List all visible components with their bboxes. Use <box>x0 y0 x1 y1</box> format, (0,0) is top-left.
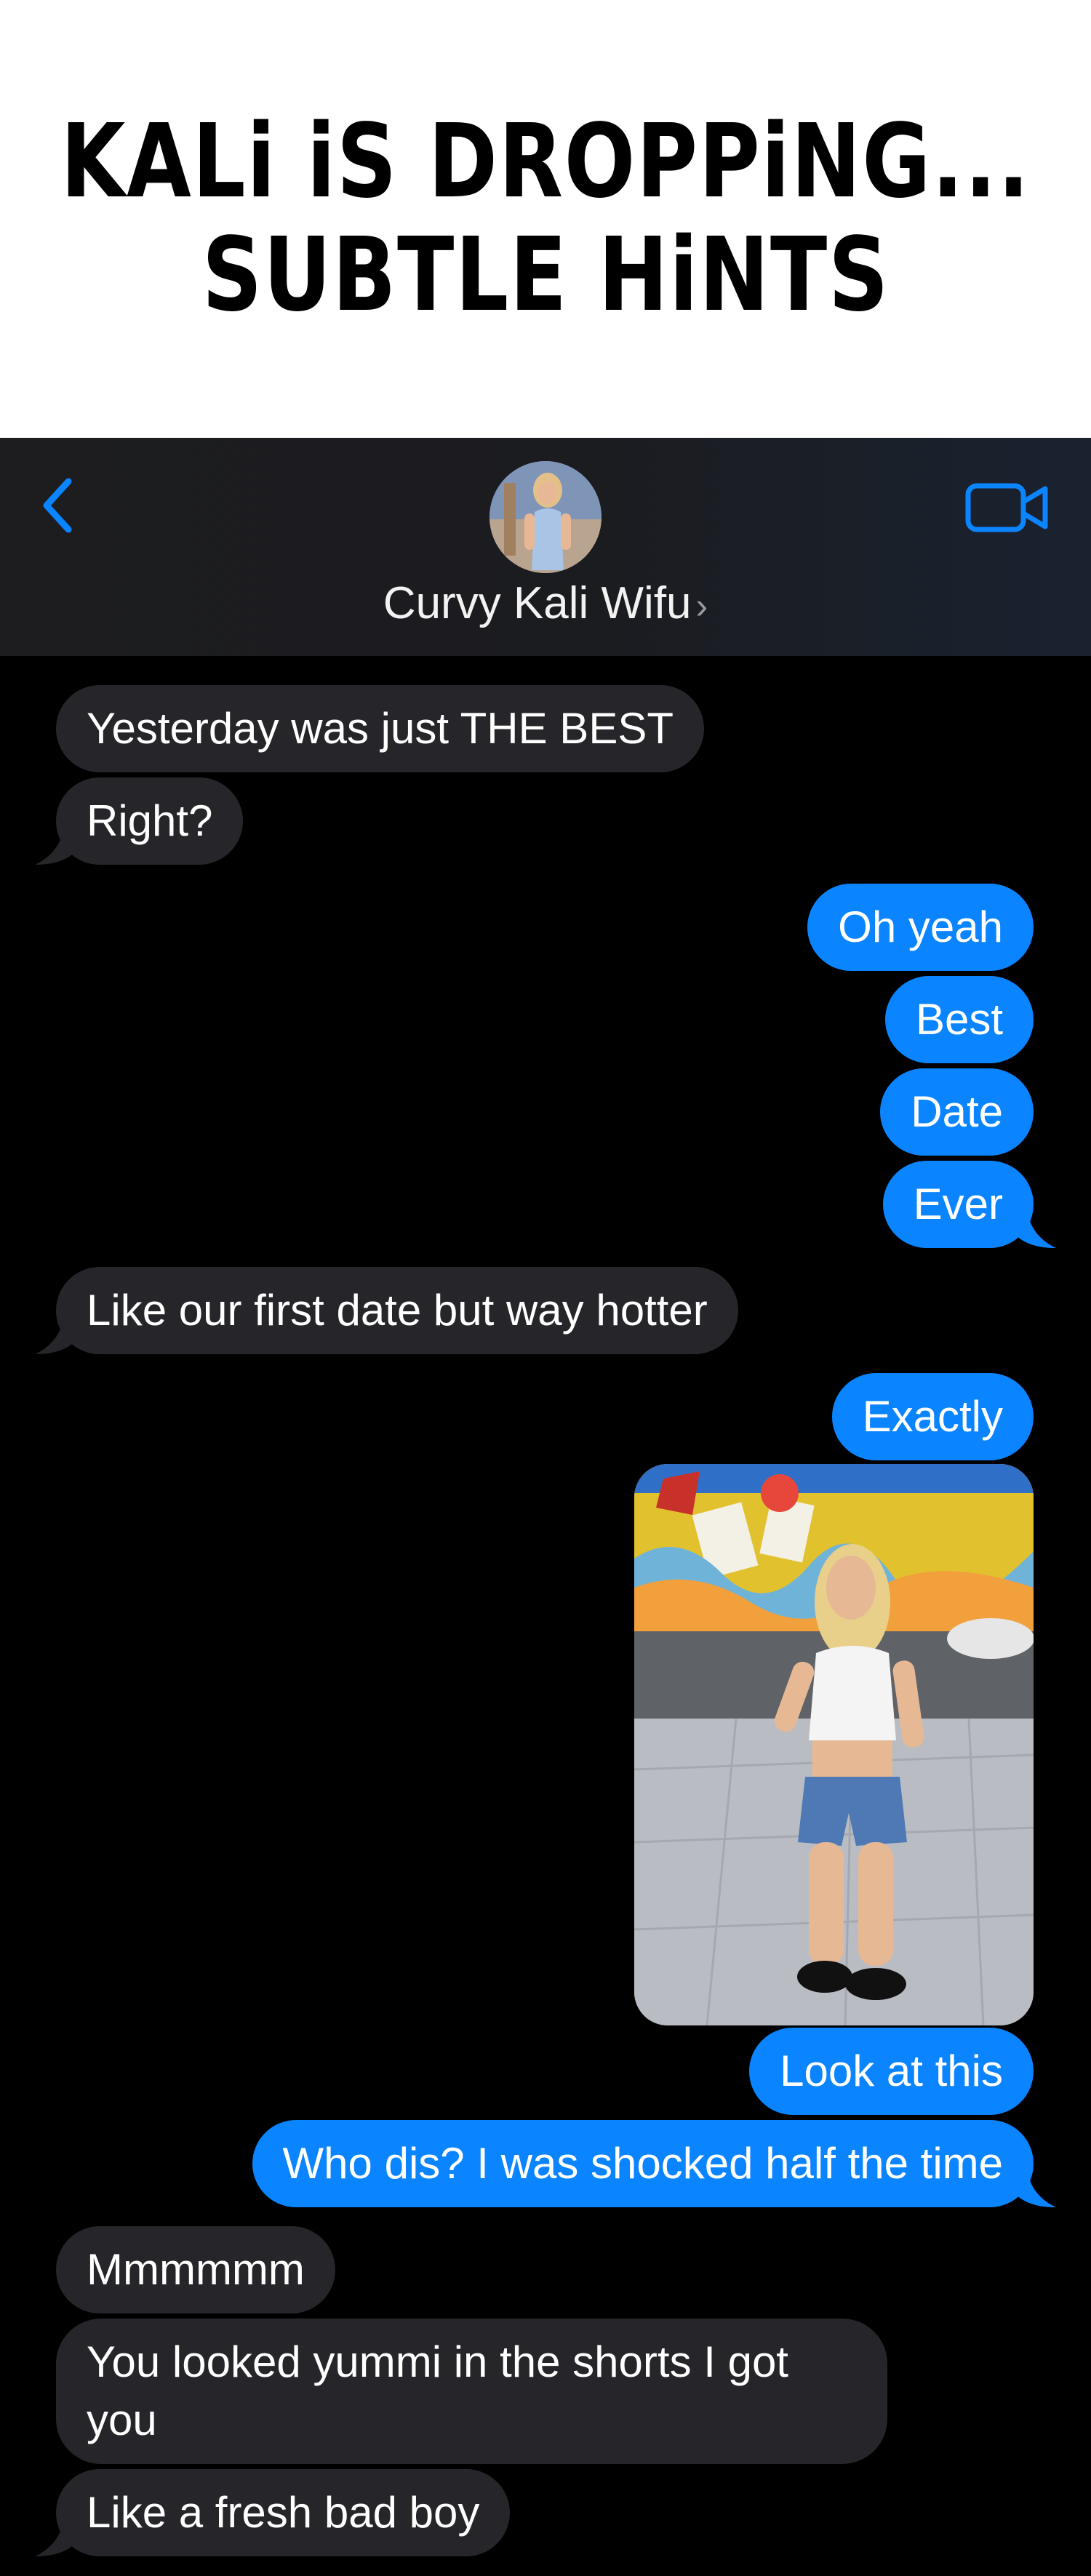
photo-attachment[interactable] <box>634 1464 1034 2025</box>
outgoing-message[interactable]: Ever <box>882 1161 1034 1248</box>
bubble-tail-incoming <box>35 821 77 865</box>
back-button[interactable] <box>36 473 80 538</box>
incoming-message[interactable]: Yesterday was just THE BEST <box>56 685 705 772</box>
contact-name-button[interactable]: Curvy Kali Wifu › <box>0 577 1091 629</box>
title-line-1: KALi iS DROPPiNG... <box>60 103 1031 221</box>
chevron-left-icon <box>43 478 72 533</box>
photo-image <box>634 1464 1034 2025</box>
avatar-image <box>489 461 602 573</box>
incoming-message[interactable]: Like a fresh bad boy <box>56 2469 511 2556</box>
bubble-tail-incoming <box>35 2513 77 2556</box>
title-line-2: SUBTLE HiNTS <box>201 216 890 335</box>
bubble-tail-incoming <box>35 1311 77 1354</box>
incoming-message[interactable]: Right? <box>56 777 244 865</box>
outgoing-message[interactable]: Date <box>880 1068 1034 1156</box>
contact-name: Curvy Kali Wifu <box>383 578 692 628</box>
outgoing-message[interactable]: Oh yeah <box>807 884 1034 971</box>
incoming-message[interactable]: Like our first date but way hotter <box>56 1267 738 1354</box>
avatar[interactable] <box>489 461 602 573</box>
bubble-tail-outgoing <box>1014 1204 1056 1248</box>
bubble-tail-outgoing <box>1014 2164 1056 2207</box>
video-camera-icon <box>965 483 1048 532</box>
incoming-message[interactable]: Mmmmmm <box>56 2226 335 2313</box>
chat-header: Curvy Kali Wifu › <box>0 438 1091 656</box>
outgoing-message[interactable]: Who dis? I was shocked half the time <box>252 2120 1034 2207</box>
outgoing-message[interactable]: Best <box>884 976 1034 1063</box>
outgoing-message[interactable]: Look at this <box>749 2028 1034 2115</box>
incoming-message[interactable]: You looked yummi in the shorts I got you <box>56 2319 887 2464</box>
outgoing-message[interactable]: Exactly <box>831 1373 1034 1460</box>
title-banner: KALi iS DROPPiNG... SUBTLE HiNTS <box>0 0 1091 438</box>
video-call-button[interactable] <box>964 479 1051 537</box>
chevron-right-icon: › <box>695 585 708 626</box>
